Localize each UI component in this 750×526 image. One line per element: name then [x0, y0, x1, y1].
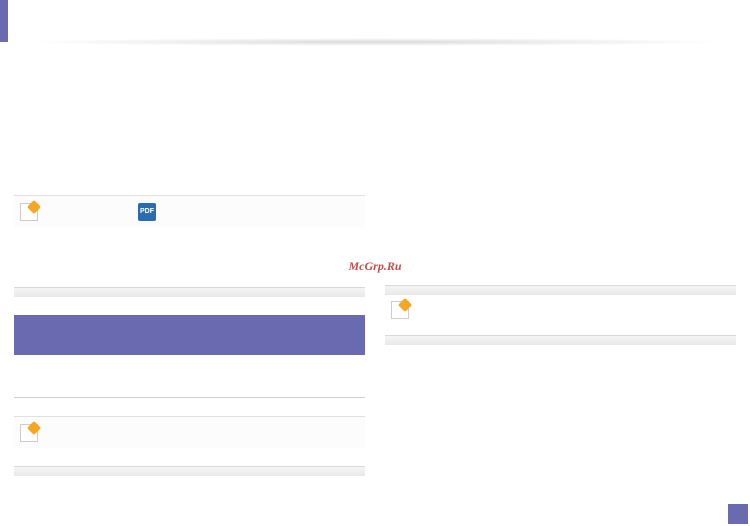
right-note-row — [385, 295, 736, 325]
spacer — [385, 195, 736, 285]
right-column — [385, 195, 736, 476]
pdf-refresh-icon: PDF — [138, 203, 156, 221]
note-icon — [391, 301, 409, 319]
top-shadow-divider — [20, 38, 730, 46]
thin-divider — [14, 397, 365, 398]
left-column: PDF — [14, 195, 365, 476]
accent-bar-left — [0, 0, 8, 42]
gradient-bar-1 — [14, 287, 365, 297]
content-columns: PDF — [14, 195, 736, 476]
note-icon — [20, 424, 38, 442]
gradient-bar-right-1 — [385, 285, 736, 295]
purple-highlight-block — [14, 315, 365, 355]
left-header-row: PDF — [14, 195, 365, 227]
note-icon — [20, 203, 38, 221]
gradient-bar-2 — [14, 466, 365, 476]
accent-bottom-right — [728, 504, 748, 524]
left-note-row — [14, 416, 365, 448]
gradient-bar-right-2 — [385, 335, 736, 345]
brand-watermark: McGrp.Ru — [348, 259, 401, 274]
